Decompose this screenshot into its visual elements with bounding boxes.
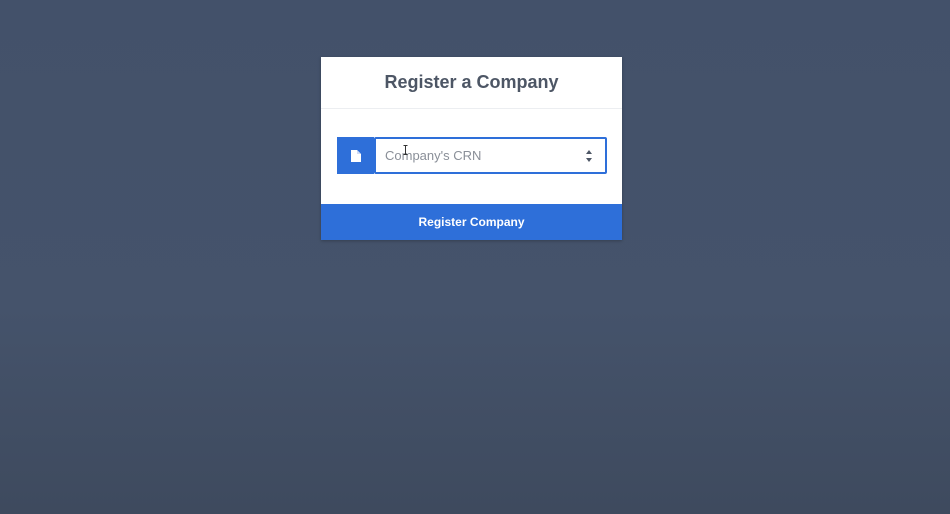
crn-input[interactable] bbox=[376, 139, 605, 172]
card-body bbox=[321, 109, 622, 204]
register-company-card: Register a Company Register Company bbox=[321, 57, 622, 240]
number-spinner[interactable] bbox=[585, 150, 593, 162]
crn-field[interactable] bbox=[374, 137, 607, 174]
card-header: Register a Company bbox=[321, 57, 622, 109]
register-company-button[interactable]: Register Company bbox=[321, 204, 622, 240]
page-title: Register a Company bbox=[384, 72, 559, 92]
document-icon bbox=[350, 149, 361, 162]
spin-up-icon[interactable] bbox=[586, 150, 592, 154]
crn-addon bbox=[337, 137, 374, 174]
spin-down-icon[interactable] bbox=[586, 158, 592, 162]
crn-input-group bbox=[337, 137, 607, 174]
